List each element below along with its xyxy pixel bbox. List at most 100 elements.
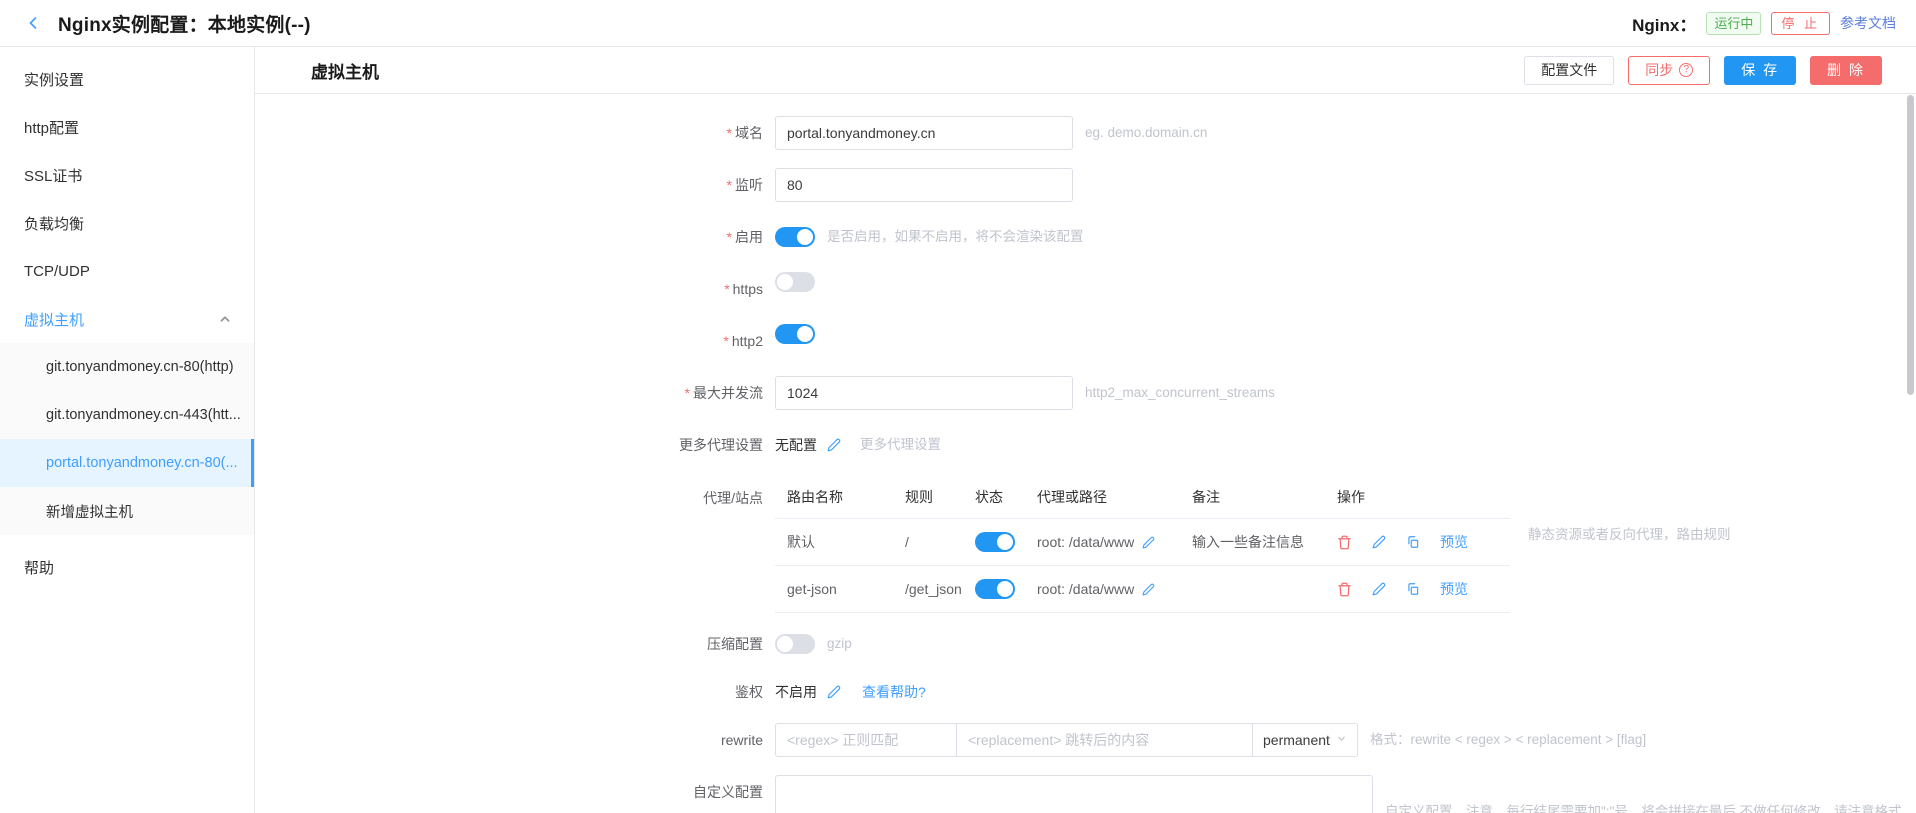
sidebar-item-help[interactable]: 帮助	[0, 543, 254, 591]
pencil-icon[interactable]	[1372, 582, 1386, 596]
table-body: 默认 / root: /data/www 输入一些备注信息 预览 get-jso…	[775, 518, 1510, 613]
max-streams-input[interactable]	[775, 376, 1073, 410]
sidebar-subitem-add-virtual-host[interactable]: 新增虚拟主机	[0, 487, 254, 535]
preview-link[interactable]: 预览	[1440, 532, 1468, 552]
pencil-icon[interactable]	[826, 685, 841, 700]
sidebar-subitem-git-80[interactable]: git.tonyandmoney.cn-80(http)	[0, 343, 254, 391]
pencil-icon[interactable]	[826, 438, 841, 453]
col-header-ops: 操作	[1325, 476, 1510, 519]
cell-rule: /get_json	[893, 565, 963, 613]
cell-note	[1180, 565, 1325, 613]
auth-help-link[interactable]: 查看帮助?	[862, 675, 926, 709]
enable-toggle[interactable]	[775, 227, 815, 247]
sidebar-item-virtual-host[interactable]: 虚拟主机	[0, 295, 254, 343]
copy-icon[interactable]	[1406, 535, 1420, 549]
sidebar-subitem-label: 新增虚拟主机	[46, 504, 133, 521]
rewrite-flag-select[interactable]: permanent	[1253, 723, 1358, 757]
gzip-label: 压缩配置	[707, 636, 763, 652]
enable-label: * 启用	[255, 220, 775, 254]
trash-icon[interactable]	[1337, 582, 1352, 597]
sidebar-subitem-portal-80[interactable]: portal.tonyandmoney.cn-80(...	[0, 439, 254, 487]
row-actions: 预览	[1337, 532, 1510, 552]
chevron-up-icon[interactable]	[218, 312, 232, 326]
proxy-sites-hint: 静态资源或者反向代理，路由规则	[1528, 527, 1731, 542]
toggle-knob	[777, 636, 793, 652]
sidebar-item-tcp-udp[interactable]: TCP/UDP	[0, 247, 254, 295]
config-file-button[interactable]: 配置文件	[1524, 55, 1615, 85]
https-label-text: https	[732, 281, 763, 297]
form-row-custom: 自定义配置 自定义配置，注意，每行结尾需要加";"号，将会拼接在最后,不做任何修…	[255, 775, 1916, 813]
more-proxy-hint: 更多代理设置	[860, 437, 941, 452]
arrow-left-icon[interactable]	[22, 12, 44, 34]
sidebar-item-label: TCP/UDP	[24, 262, 90, 280]
domain-input[interactable]	[775, 116, 1073, 150]
path-wrap: root: /data/www	[1037, 534, 1180, 550]
sidebar-item-label: 帮助	[24, 559, 55, 577]
sidebar-item-instance-settings[interactable]: 实例设置	[0, 55, 254, 103]
cell-path: root: /data/www	[1025, 518, 1180, 566]
proxy-sites-field: 路由名称 规则 状态 代理或路径 备注 操作 默认 / root: /data/…	[775, 476, 1731, 613]
save-button[interactable]: 保 存	[1724, 55, 1797, 85]
custom-field: 自定义配置，注意，每行结尾需要加";"号，将会拼接在最后,不做任何修改，请注意格…	[775, 775, 1902, 813]
form-row-proxy-sites: 代理/站点 路由名称 规则 状态 代理或路径 备注 操作 默认 / root: …	[255, 476, 1916, 613]
rewrite-label: rewrite	[720, 732, 763, 748]
sidebar-item-http-config[interactable]: http配置	[0, 103, 254, 151]
col-header-path: 代理或路径	[1025, 476, 1180, 519]
gzip-hint: gzip	[827, 636, 852, 651]
sidebar-item-label: 实例设置	[24, 71, 85, 89]
sidebar-item-label: 虚拟主机	[24, 311, 85, 329]
cell-state	[963, 565, 1025, 613]
trash-icon[interactable]	[1337, 535, 1352, 550]
required-star: *	[726, 229, 732, 245]
nginx-label: Nginx：	[1632, 15, 1697, 35]
form-row-more-proxy: 更多代理设置 无配置 更多代理设置	[255, 428, 1916, 462]
form-row-domain: *域名 eg. demo.domain.cn	[255, 116, 1916, 150]
stop-button[interactable]: 停 止	[1771, 11, 1830, 35]
sidebar-subitem-git-443[interactable]: git.tonyandmoney.cn-443(htt...	[0, 391, 254, 439]
domain-label-text: 域名	[735, 125, 763, 141]
https-field	[775, 272, 815, 292]
sidebar-item-label: http配置	[24, 119, 80, 137]
main-content: 虚拟主机 配置文件 同步 ? 保 存 删 除 * 域名 portal.tonya…	[255, 47, 1916, 813]
sidebar-item-ssl-cert[interactable]: SSL证书	[0, 151, 254, 199]
required-star: *	[726, 125, 732, 141]
custom-config-textarea[interactable]	[775, 775, 1373, 813]
http2-toggle[interactable]	[775, 324, 815, 344]
row-state-toggle[interactable]	[975, 579, 1015, 599]
delete-label: 删 除	[1827, 62, 1865, 78]
delete-button[interactable]: 删 除	[1810, 55, 1882, 85]
sidebar-item-load-balance[interactable]: 负载均衡	[0, 199, 254, 247]
rewrite-replacement-input[interactable]	[957, 723, 1253, 757]
cell-path: root: /data/www	[1025, 565, 1180, 613]
proxy-sites-table: 路由名称 规则 状态 代理或路径 备注 操作 默认 / root: /data/…	[775, 476, 1510, 613]
max-streams-label: * 最大并发流	[255, 376, 775, 410]
preview-link[interactable]: 预览	[1440, 579, 1468, 599]
domain-label: * 域名	[255, 116, 775, 150]
question-circle-icon: ?	[1679, 63, 1694, 77]
enable-label-text: 启用	[735, 229, 763, 245]
required-star: *	[724, 281, 730, 297]
listen-field	[775, 168, 1073, 202]
rewrite-regex-input[interactable]	[775, 723, 957, 757]
https-toggle[interactable]	[775, 272, 815, 292]
pencil-icon[interactable]	[1141, 582, 1156, 597]
cell-route-name: 默认	[775, 518, 893, 566]
gzip-toggle[interactable]	[775, 634, 815, 654]
listen-input[interactable]	[775, 168, 1073, 202]
pencil-icon[interactable]	[1372, 535, 1386, 549]
max-streams-hint: http2_max_concurrent_streams	[1085, 385, 1275, 400]
col-header-state: 状态	[963, 476, 1025, 519]
config-file-label: 配置文件	[1541, 62, 1598, 78]
cell-ops: 预览	[1325, 565, 1510, 613]
app-root: Nginx实例配置：本地实例(--) Nginx： 运行中 停 止 参考文档 实…	[0, 0, 1916, 813]
reference-doc-link[interactable]: 参考文档	[1840, 13, 1896, 33]
row-state-toggle[interactable]	[975, 532, 1015, 552]
toggle-knob	[997, 581, 1013, 597]
pencil-icon[interactable]	[1141, 535, 1156, 550]
scrollbar[interactable]	[1907, 95, 1914, 813]
sync-label: 同步	[1645, 62, 1674, 78]
sync-button[interactable]: 同步 ?	[1628, 55, 1711, 85]
scrollbar-thumb[interactable]	[1907, 95, 1914, 395]
copy-icon[interactable]	[1406, 582, 1420, 596]
domain-field: eg. demo.domain.cn	[775, 116, 1207, 150]
